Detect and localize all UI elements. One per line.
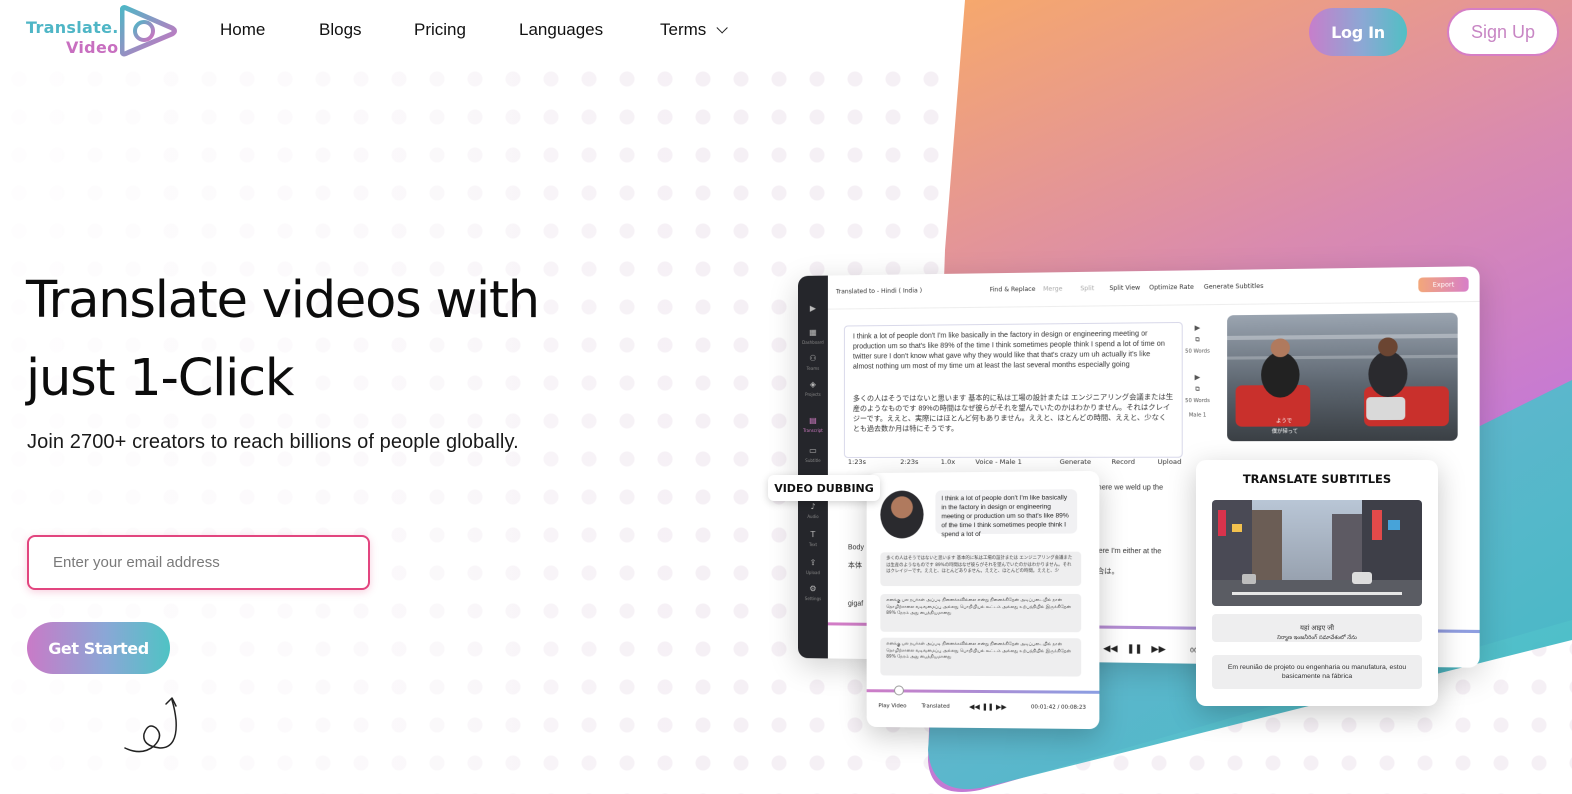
word-count-1: 50 Words bbox=[1185, 348, 1210, 355]
sidebar-label-subtitle: Subtitle bbox=[805, 457, 821, 463]
transcript-icon: ▤ bbox=[809, 415, 817, 425]
sidebar-label-transcript: Transcript bbox=[803, 427, 823, 433]
upload-action: Upload bbox=[1157, 457, 1182, 466]
subtitles-card-title: TRANSLATE SUBTITLES bbox=[1242, 472, 1392, 486]
video-caption-1: ようで bbox=[1276, 418, 1292, 424]
sidebar-label-settings: Settings bbox=[804, 596, 822, 602]
end-time: 2:23s bbox=[900, 457, 919, 466]
sidebar-label-audio: Audio bbox=[807, 514, 819, 520]
settings-icon: ⚙ bbox=[809, 584, 817, 594]
subtitle-icon: ▭ bbox=[809, 445, 817, 455]
voice-select: Voice - Male 1 bbox=[975, 457, 1022, 466]
signup-button[interactable]: Sign Up bbox=[1447, 8, 1559, 56]
sidebar-label-projects: Projects bbox=[805, 391, 821, 397]
video-preview: ようで 僕が帰って bbox=[1227, 312, 1458, 442]
play-icon: ▶ bbox=[1194, 373, 1201, 382]
video-caption-2: 僕が帰って bbox=[1272, 428, 1298, 435]
nav-terms-label: Terms bbox=[660, 20, 707, 39]
generate-action: Generate bbox=[1059, 457, 1092, 466]
dubbing-progress-knob bbox=[894, 685, 904, 696]
dubbing-tamil-block-1: எனக்கு பல நபர்கள் அப்படி நினைக்கவில்லை எ… bbox=[880, 593, 1082, 633]
video-thumbnail-image: ようで 僕が帰って bbox=[1227, 312, 1458, 442]
sidebar-label-dashboard: Dashboard bbox=[802, 339, 824, 345]
email-input[interactable] bbox=[27, 535, 370, 590]
get-started-button[interactable]: Get Started bbox=[27, 622, 170, 674]
copy-icon: ⧉ bbox=[1195, 336, 1200, 344]
nav-blogs-link[interactable]: Blogs bbox=[319, 20, 362, 40]
translated-label: Translated bbox=[921, 703, 950, 710]
brand-logo[interactable]: Translate. Video bbox=[26, 4, 178, 58]
video-dubbing-card: I think a lot of people don't I'm like b… bbox=[866, 470, 1100, 730]
forward-icon: ▶▶ bbox=[1151, 644, 1166, 656]
speed-value: 1.0x bbox=[940, 457, 956, 466]
translate-subtitles-card: TRANSLATE SUBTITLES यहां आइए जी నిర్మాణ … bbox=[1196, 460, 1438, 706]
copy-icon: ⧉ bbox=[1195, 385, 1200, 393]
start-time: 1:23s bbox=[847, 457, 866, 466]
teams-icon: ⚇ bbox=[809, 353, 817, 363]
lower-body-label: Body bbox=[847, 544, 864, 552]
nav-terms-dropdown[interactable]: Terms bbox=[660, 20, 740, 40]
subtitle-caption-portuguese: Em reunião de projeto ou engenharia ou m… bbox=[1212, 655, 1422, 689]
export-button: Export bbox=[1418, 276, 1469, 293]
login-button[interactable]: Log In bbox=[1309, 8, 1407, 56]
dubbing-time: 00:01:42 / 00:08:23 bbox=[1030, 704, 1087, 711]
logo-text-line2: Video bbox=[66, 38, 119, 57]
lower-cn-label: 本体 bbox=[847, 562, 862, 570]
find-replace-tool: Find & Replace bbox=[989, 285, 1036, 294]
translated-to-label: Translated to - Hindi ( India ) bbox=[835, 287, 923, 296]
arrow-squiggle-icon bbox=[124, 697, 177, 753]
hero-title-line1: Translate videos with bbox=[26, 271, 540, 330]
split-tool: Split bbox=[1080, 285, 1095, 293]
pause-icon: ❚❚ bbox=[1126, 644, 1143, 655]
nav-languages-link[interactable]: Languages bbox=[519, 20, 619, 40]
transcript-english: I think a lot of people don't I'm like b… bbox=[852, 330, 1165, 371]
video-dubbing-tag: VIDEO DUBBING bbox=[768, 475, 880, 501]
upload-icon: ⇪ bbox=[809, 558, 817, 568]
hero-subtitle: Join 2700+ creators to reach billions of… bbox=[27, 431, 519, 453]
transcript-japanese: 多くの人はそうではないと思います 基本的に私は工場の設計または エンジニアリング… bbox=[852, 394, 1174, 433]
play-icon: ▶ bbox=[1194, 323, 1201, 333]
text-icon: T bbox=[810, 530, 816, 540]
sidebar-label-upload: Upload bbox=[805, 570, 820, 576]
record-action: Record bbox=[1111, 457, 1135, 466]
play-logo-icon: ▶ bbox=[809, 303, 817, 313]
lower-giga-label: gigaf bbox=[847, 600, 864, 608]
dubbing-tamil-block-2: எனக்கு பல நபர்கள் அப்படி நினைக்கவில்லை எ… bbox=[880, 637, 1082, 677]
segment-controls: ▶ ⧉ 50 Words ▶ ⧉ 50 Words Male 1 bbox=[1185, 324, 1210, 419]
nav-home-link[interactable]: Home bbox=[220, 20, 265, 40]
dashboard-icon: ▦ bbox=[809, 327, 817, 337]
merge-tool: Merge bbox=[1043, 285, 1063, 293]
subtitle-caption-telugu: నిర్మాణ ఇంజనీరింగ్ సమావేశంలో నేను bbox=[1277, 634, 1357, 641]
sidebar-label-teams: Teams bbox=[806, 365, 820, 371]
playback-controls: ◀◀ ❚❚ ▶▶ 00:0 bbox=[1103, 644, 1204, 656]
mockup-sidebar: ▶ ▦ Dashboard ⚇ Teams ◈ Projects ▤ Trans… bbox=[798, 275, 828, 659]
nav-pricing-link[interactable]: Pricing bbox=[414, 20, 466, 40]
audio-icon: ♪ bbox=[810, 502, 816, 512]
hero-title-line2: just 1-Click bbox=[26, 349, 294, 408]
split-view-tool: Split View bbox=[1109, 284, 1141, 293]
dubbing-playback-controls-icon: ◀◀ ❚❚ ▶▶ bbox=[969, 702, 1007, 712]
site-header: Translate. Video Home Blogs Pricing Lang… bbox=[0, 0, 1572, 64]
play-video-label: Play Video bbox=[878, 703, 907, 710]
word-count-2: 50 Words bbox=[1185, 397, 1210, 405]
speaker-avatar bbox=[880, 490, 924, 539]
speaker-label: Male 1 bbox=[1188, 412, 1207, 419]
play-logo-icon bbox=[120, 5, 177, 57]
generate-subtitles-tool: Generate Subtitles bbox=[1203, 282, 1264, 291]
sidebar-label-text: Text bbox=[808, 542, 817, 548]
transcript-editor: I think a lot of people don't I'm like b… bbox=[843, 321, 1183, 458]
hero-title: Translate videos with just 1-Click bbox=[26, 262, 666, 418]
logo-text-line1: Translate. bbox=[26, 18, 119, 37]
optimize-rate-tool: Optimize Rate bbox=[1149, 283, 1194, 292]
dubbing-english-bubble: I think a lot of people don't I'm like b… bbox=[935, 489, 1078, 538]
projects-icon: ◈ bbox=[809, 379, 817, 389]
dubbing-footer: Play Video Translated ◀◀ ❚❚ ▶▶ 00:01:42 … bbox=[878, 703, 1089, 711]
segment-toolbar: 1:23s 2:23s 1.0x Voice - Male 1 Generate… bbox=[844, 456, 1214, 470]
chevron-down-icon bbox=[716, 22, 729, 34]
dubbing-japanese-block: 多くの人はそうではないと思います 基本的に私は工場の設計または エンジニアリング… bbox=[880, 551, 1082, 587]
rewind-icon: ◀◀ bbox=[1103, 643, 1118, 655]
street-scene-image bbox=[1212, 500, 1422, 606]
